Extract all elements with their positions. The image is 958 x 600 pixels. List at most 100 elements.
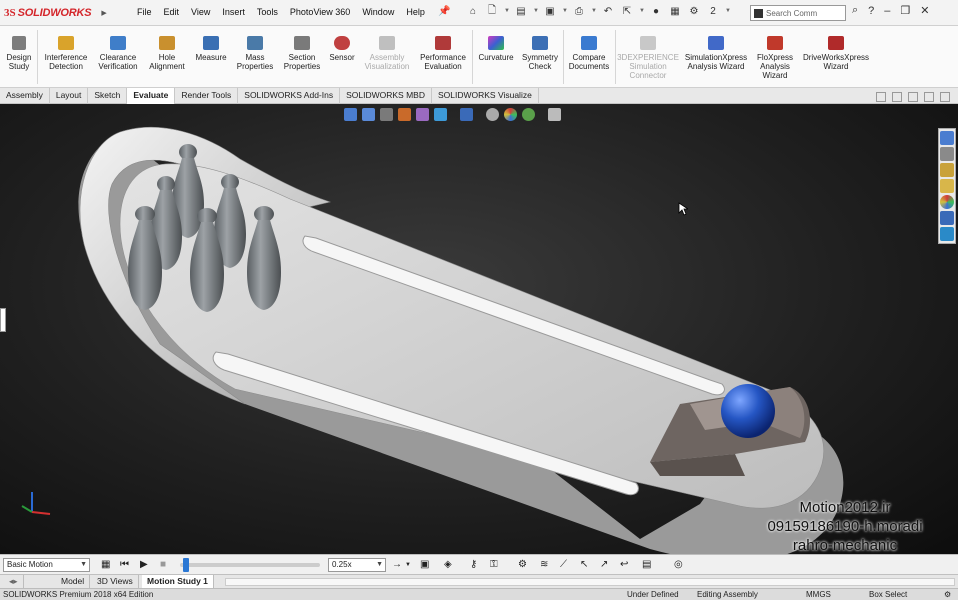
search-input[interactable]: Search Comm bbox=[750, 5, 846, 21]
timeline-slider-thumb[interactable] bbox=[182, 558, 189, 572]
simulationxpress-button[interactable]: SimulationXpress Analysis Wizard bbox=[680, 36, 752, 71]
open-icon[interactable]: ▤ bbox=[514, 4, 528, 18]
tab-solidworks-add-ins[interactable]: SOLIDWORKS Add-Ins bbox=[238, 88, 341, 104]
restore-icon[interactable]: ❐ bbox=[900, 4, 910, 17]
design-library-icon[interactable] bbox=[940, 163, 954, 177]
traffic-light-icon[interactable]: ● bbox=[649, 4, 663, 18]
study-properties-icon[interactable]: ▤ bbox=[642, 559, 651, 570]
motor-icon[interactable]: ⚙ bbox=[518, 559, 527, 570]
measure-button[interactable]: Measure bbox=[192, 36, 230, 62]
curvature-button[interactable]: Curvature bbox=[475, 36, 517, 62]
tile-icon[interactable] bbox=[876, 92, 886, 102]
chevron-down-icon[interactable]: ▼ bbox=[405, 562, 411, 568]
collapse-icon[interactable]: ◎ bbox=[674, 559, 683, 570]
performance-evaluation-button[interactable]: Performance Evaluation bbox=[416, 36, 470, 71]
menu-tools[interactable]: Tools bbox=[257, 7, 278, 17]
menu-edit[interactable]: Edit bbox=[164, 7, 180, 17]
minimize-icon[interactable] bbox=[908, 92, 918, 102]
selection-mode[interactable]: Box Select bbox=[869, 589, 907, 600]
section-view-icon[interactable] bbox=[398, 108, 411, 121]
tab-motion-study-1[interactable]: Motion Study 1 bbox=[142, 575, 214, 589]
select-icon[interactable]: ⇱ bbox=[620, 4, 634, 18]
assembly-visualization-button[interactable]: Assembly Visualization bbox=[360, 36, 414, 71]
tab-solidworks-mbd[interactable]: SOLIDWORKS MBD bbox=[340, 88, 432, 104]
bowling-ball[interactable] bbox=[721, 384, 775, 438]
menu-view[interactable]: View bbox=[191, 7, 210, 17]
close-icon[interactable]: ✕ bbox=[920, 4, 929, 17]
edit-appearance-icon[interactable] bbox=[504, 108, 517, 121]
menu-photoview[interactable]: PhotoView 360 bbox=[290, 7, 350, 17]
interference-detection-button[interactable]: Interference Detection bbox=[40, 36, 92, 71]
playback-mode-icon[interactable]: → bbox=[392, 559, 402, 570]
dynamic-annotation-icon[interactable] bbox=[416, 108, 429, 121]
solidworks-logo[interactable]: 3S SOLIDWORKS ▶ bbox=[4, 4, 107, 22]
help-icon[interactable]: ? bbox=[868, 5, 874, 17]
menu-file[interactable]: File bbox=[137, 7, 152, 17]
chevron-down-icon[interactable]: ▼ bbox=[591, 4, 597, 18]
menu-insert[interactable]: Insert bbox=[222, 7, 245, 17]
view-orientation-icon[interactable] bbox=[434, 108, 447, 121]
chevron-down-icon[interactable]: ▼ bbox=[562, 4, 568, 18]
settings-icon[interactable]: ⚙ bbox=[944, 589, 951, 600]
autokey-icon[interactable]: ⚷ bbox=[470, 559, 477, 570]
previous-view-icon[interactable] bbox=[380, 108, 393, 121]
add-key-icon[interactable]: ⚿ bbox=[490, 559, 498, 570]
tab-sketch[interactable]: Sketch bbox=[88, 88, 128, 104]
chevron-down-icon[interactable]: ▼ bbox=[639, 4, 645, 18]
timeline-slider[interactable] bbox=[180, 558, 320, 572]
sensor-button[interactable]: Sensor bbox=[326, 36, 358, 62]
mass-properties-button[interactable]: Mass Properties bbox=[233, 36, 277, 71]
stop-icon[interactable]: ■ bbox=[160, 559, 166, 570]
save-icon[interactable]: ▣ bbox=[543, 4, 557, 18]
compare-documents-button[interactable]: Compare Documents bbox=[566, 36, 612, 71]
home-icon[interactable]: ⌂ bbox=[466, 4, 480, 18]
search-icon[interactable]: ⌕ bbox=[852, 4, 858, 17]
tab-assembly[interactable]: Assembly bbox=[0, 88, 50, 104]
gravity-icon[interactable]: ↖ bbox=[580, 559, 588, 570]
clearance-verification-button[interactable]: Clearance Verification bbox=[94, 36, 142, 71]
new-document-icon[interactable]: 🗋 bbox=[485, 4, 499, 18]
spring-icon[interactable]: ≋ bbox=[540, 559, 548, 570]
hole-alignment-button[interactable]: Hole Alignment bbox=[145, 36, 189, 71]
split-icon[interactable] bbox=[892, 92, 902, 102]
section-properties-button[interactable]: Section Properties bbox=[280, 36, 324, 71]
display-style-icon[interactable] bbox=[460, 108, 473, 121]
design-study-button[interactable]: Design Study bbox=[4, 36, 34, 71]
play-from-start-icon[interactable]: ⏮ bbox=[120, 559, 129, 570]
feature-manager-toggle[interactable] bbox=[0, 308, 6, 332]
resources-icon[interactable] bbox=[940, 147, 954, 161]
force-icon[interactable]: ↩ bbox=[620, 559, 628, 570]
chevron-down-icon[interactable]: ▼ bbox=[533, 4, 539, 18]
zoom-to-fit-icon[interactable] bbox=[344, 108, 357, 121]
print-icon[interactable]: ⎙ bbox=[572, 4, 586, 18]
tab-solidworks-visualize[interactable]: SOLIDWORKS Visualize bbox=[432, 88, 539, 104]
playback-speed-select[interactable]: 0.25x ▼ bbox=[328, 558, 386, 572]
close-icon[interactable] bbox=[940, 92, 950, 102]
pin-icon[interactable]: 📌 bbox=[438, 6, 450, 17]
minimize-icon[interactable]: – bbox=[884, 5, 890, 17]
tab-render-tools[interactable]: Render Tools bbox=[175, 88, 239, 104]
tab-scroll-arrows[interactable]: ◂▸ bbox=[4, 575, 24, 589]
rebuild-icon[interactable]: ▦ bbox=[668, 4, 682, 18]
simulation-connector-button[interactable]: 3DEXPERIENCE Simulation Connector bbox=[617, 36, 679, 80]
zoom-area-icon[interactable] bbox=[362, 108, 375, 121]
options-icon[interactable]: ⚙ bbox=[687, 4, 701, 18]
apply-scene-icon[interactable] bbox=[522, 108, 535, 121]
hide-show-icon[interactable] bbox=[486, 108, 499, 121]
contact-icon[interactable]: ⟋ bbox=[560, 559, 567, 570]
chevron-down-icon[interactable]: ▼ bbox=[504, 4, 510, 18]
menu-window[interactable]: Window bbox=[362, 7, 394, 17]
home-icon[interactable] bbox=[940, 131, 954, 145]
floxpress-button[interactable]: FloXpress Analysis Wizard bbox=[754, 36, 796, 80]
horizontal-scrollbar[interactable] bbox=[225, 578, 955, 586]
graphics-area[interactable]: Motion2012.ir 09159186190-h.moradi rahro… bbox=[0, 104, 958, 554]
tab-3d-views[interactable]: 3D Views bbox=[92, 575, 139, 589]
tab-evaluate[interactable]: Evaluate bbox=[127, 88, 176, 104]
menu-help[interactable]: Help bbox=[406, 7, 425, 17]
appearances-icon[interactable] bbox=[940, 195, 954, 209]
undo-icon[interactable]: ↶ bbox=[601, 4, 615, 18]
results-icon[interactable]: ↗ bbox=[600, 559, 608, 570]
unit-system[interactable]: MMGS bbox=[806, 589, 831, 600]
view-settings-icon[interactable] bbox=[548, 108, 561, 121]
study-type-select[interactable]: Basic Motion ▼ bbox=[3, 558, 90, 572]
